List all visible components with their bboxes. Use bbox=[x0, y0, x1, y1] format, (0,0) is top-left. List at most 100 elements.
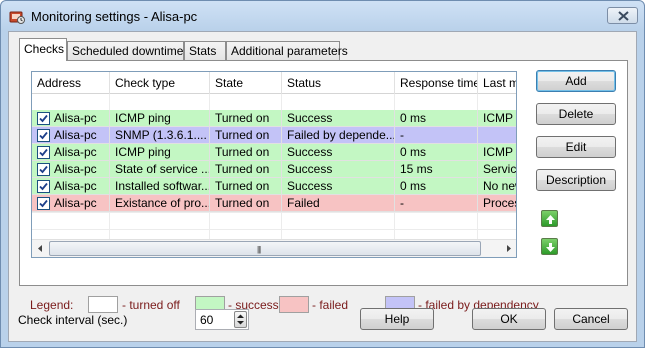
column-response-time[interactable]: Response time bbox=[395, 72, 478, 94]
address-text: Alisa-pc bbox=[54, 111, 97, 125]
move-up-button[interactable] bbox=[541, 210, 558, 227]
table-row[interactable]: Alisa-pc State of service ... Turned on … bbox=[32, 161, 516, 178]
cell-status: Success bbox=[282, 178, 395, 195]
column-check-type[interactable]: Check type bbox=[110, 72, 210, 94]
cell-check-type: SNMP (1.3.6.1.... bbox=[110, 127, 210, 144]
check-interval-stepper[interactable]: 60 bbox=[195, 309, 249, 330]
checks-panel: Address Check type State Status Response… bbox=[19, 60, 628, 313]
cell-last-message: Process bbox=[478, 195, 516, 212]
tab-stats-label: Stats bbox=[189, 44, 217, 58]
cell-last-message bbox=[478, 127, 516, 144]
cell-check-type: ICMP ping bbox=[110, 110, 210, 127]
cell-state: Turned on bbox=[210, 144, 282, 161]
address-text: Alisa-pc bbox=[54, 128, 97, 142]
cell-last-message: ICMP pir bbox=[478, 110, 516, 127]
row-checkbox[interactable] bbox=[37, 197, 50, 210]
tab-checks[interactable]: Checks bbox=[19, 38, 67, 61]
cell-response-time: 0 ms bbox=[395, 110, 478, 127]
cell-check-type: State of service ... bbox=[110, 161, 210, 178]
scroll-left-button[interactable] bbox=[32, 240, 49, 257]
row-checkbox[interactable] bbox=[37, 112, 50, 125]
cell-response-time: 0 ms bbox=[395, 178, 478, 195]
spin-arrows-icon bbox=[237, 314, 244, 325]
horizontal-scrollbar[interactable]: ||| bbox=[32, 239, 516, 257]
check-interval-label: Check interval (sec.) bbox=[18, 313, 128, 327]
legend-swatch-turned-off bbox=[88, 296, 118, 313]
delete-button[interactable]: Delete bbox=[536, 103, 616, 125]
tab-stats[interactable]: Stats bbox=[184, 41, 226, 61]
row-checkbox[interactable] bbox=[37, 129, 50, 142]
grip-icon: ||| bbox=[257, 245, 261, 254]
cell-last-message: ICMP pir bbox=[478, 144, 516, 161]
scroll-thumb[interactable]: ||| bbox=[49, 241, 481, 256]
arrow-up-icon bbox=[546, 215, 555, 224]
check-interval-value: 60 bbox=[200, 313, 214, 327]
stepper-buttons[interactable] bbox=[234, 311, 247, 328]
cell-state: Turned on bbox=[210, 178, 282, 195]
cell-state: Turned on bbox=[210, 195, 282, 212]
legend-turned-off: - turned off bbox=[122, 298, 180, 312]
cell-address: Alisa-pc bbox=[32, 161, 110, 178]
address-text: Alisa-pc bbox=[54, 196, 97, 210]
column-last-message[interactable]: Last mes bbox=[478, 72, 516, 94]
cell-response-time: 15 ms bbox=[395, 161, 478, 178]
table-body: Alisa-pc ICMP ping Turned on Success 0 m… bbox=[32, 94, 516, 239]
cell-status: Failed bbox=[282, 195, 395, 212]
checks-table[interactable]: Address Check type State Status Response… bbox=[31, 71, 517, 258]
cell-state: Turned on bbox=[210, 110, 282, 127]
address-text: Alisa-pc bbox=[54, 179, 97, 193]
help-button[interactable]: Help bbox=[360, 308, 434, 330]
cell-check-type: ICMP ping bbox=[110, 144, 210, 161]
chevron-right-icon bbox=[507, 245, 511, 252]
cell-status: Success bbox=[282, 110, 395, 127]
column-address[interactable]: Address bbox=[32, 72, 110, 94]
cell-status: Success bbox=[282, 144, 395, 161]
monitoring-icon bbox=[9, 9, 25, 25]
tab-scheduled-downtime-label: Scheduled downtime bbox=[72, 44, 184, 58]
address-text: Alisa-pc bbox=[54, 162, 97, 176]
dialog-client-area: Checks Scheduled downtime Stats Addition… bbox=[8, 31, 637, 342]
cell-last-message: No new bbox=[478, 178, 516, 195]
cell-last-message: Service ' bbox=[478, 161, 516, 178]
scroll-right-button[interactable] bbox=[500, 240, 516, 257]
legend-failed: - failed bbox=[312, 298, 349, 312]
add-button[interactable]: Add bbox=[536, 70, 616, 92]
legend-swatch-failed bbox=[279, 296, 309, 313]
title-bar[interactable]: Monitoring settings - Alisa-pc bbox=[1, 1, 644, 31]
move-down-button[interactable] bbox=[541, 238, 558, 255]
cell-address: Alisa-pc bbox=[32, 178, 110, 195]
edit-button[interactable]: Edit bbox=[536, 136, 616, 158]
table-row[interactable]: Alisa-pc ICMP ping Turned on Success 0 m… bbox=[32, 110, 516, 127]
description-button[interactable]: Description bbox=[536, 169, 616, 191]
row-checkbox[interactable] bbox=[37, 163, 50, 176]
table-row[interactable]: Alisa-pc Installed softwar... Turned on … bbox=[32, 178, 516, 195]
cell-address: Alisa-pc bbox=[32, 195, 110, 212]
chevron-left-icon bbox=[38, 245, 42, 252]
dialog-window: Monitoring settings - Alisa-pc Checks Sc… bbox=[0, 0, 645, 348]
close-icon bbox=[618, 11, 629, 21]
tab-additional-parameters-label: Additional parameters bbox=[231, 44, 348, 58]
ok-button[interactable]: OK bbox=[472, 308, 546, 330]
cancel-button[interactable]: Cancel bbox=[554, 308, 628, 330]
cell-response-time: - bbox=[395, 127, 478, 144]
table-header: Address Check type State Status Response… bbox=[32, 72, 516, 94]
cell-address: Alisa-pc bbox=[32, 144, 110, 161]
close-button[interactable] bbox=[607, 7, 638, 24]
table-row[interactable]: Alisa-pc SNMP (1.3.6.1.... Turned on Fai… bbox=[32, 127, 516, 144]
column-state[interactable]: State bbox=[210, 72, 282, 94]
table-row[interactable]: Alisa-pc Existance of pro... Turned on F… bbox=[32, 195, 516, 212]
row-checkbox[interactable] bbox=[37, 180, 50, 193]
arrow-down-icon bbox=[546, 243, 555, 252]
cell-status: Failed by depende... bbox=[282, 127, 395, 144]
legend-label: Legend: bbox=[30, 298, 74, 312]
tab-additional-parameters[interactable]: Additional parameters bbox=[226, 41, 348, 61]
cell-address: Alisa-pc bbox=[32, 110, 110, 127]
table-row[interactable]: Alisa-pc ICMP ping Turned on Success 0 m… bbox=[32, 144, 516, 161]
tab-scheduled-downtime[interactable]: Scheduled downtime bbox=[67, 41, 184, 61]
row-checkbox[interactable] bbox=[37, 146, 50, 159]
column-status[interactable]: Status bbox=[282, 72, 395, 94]
cell-status: Success bbox=[282, 161, 395, 178]
cell-check-type: Installed softwar... bbox=[110, 178, 210, 195]
cell-address: Alisa-pc bbox=[32, 127, 110, 144]
cell-state: Turned on bbox=[210, 127, 282, 144]
